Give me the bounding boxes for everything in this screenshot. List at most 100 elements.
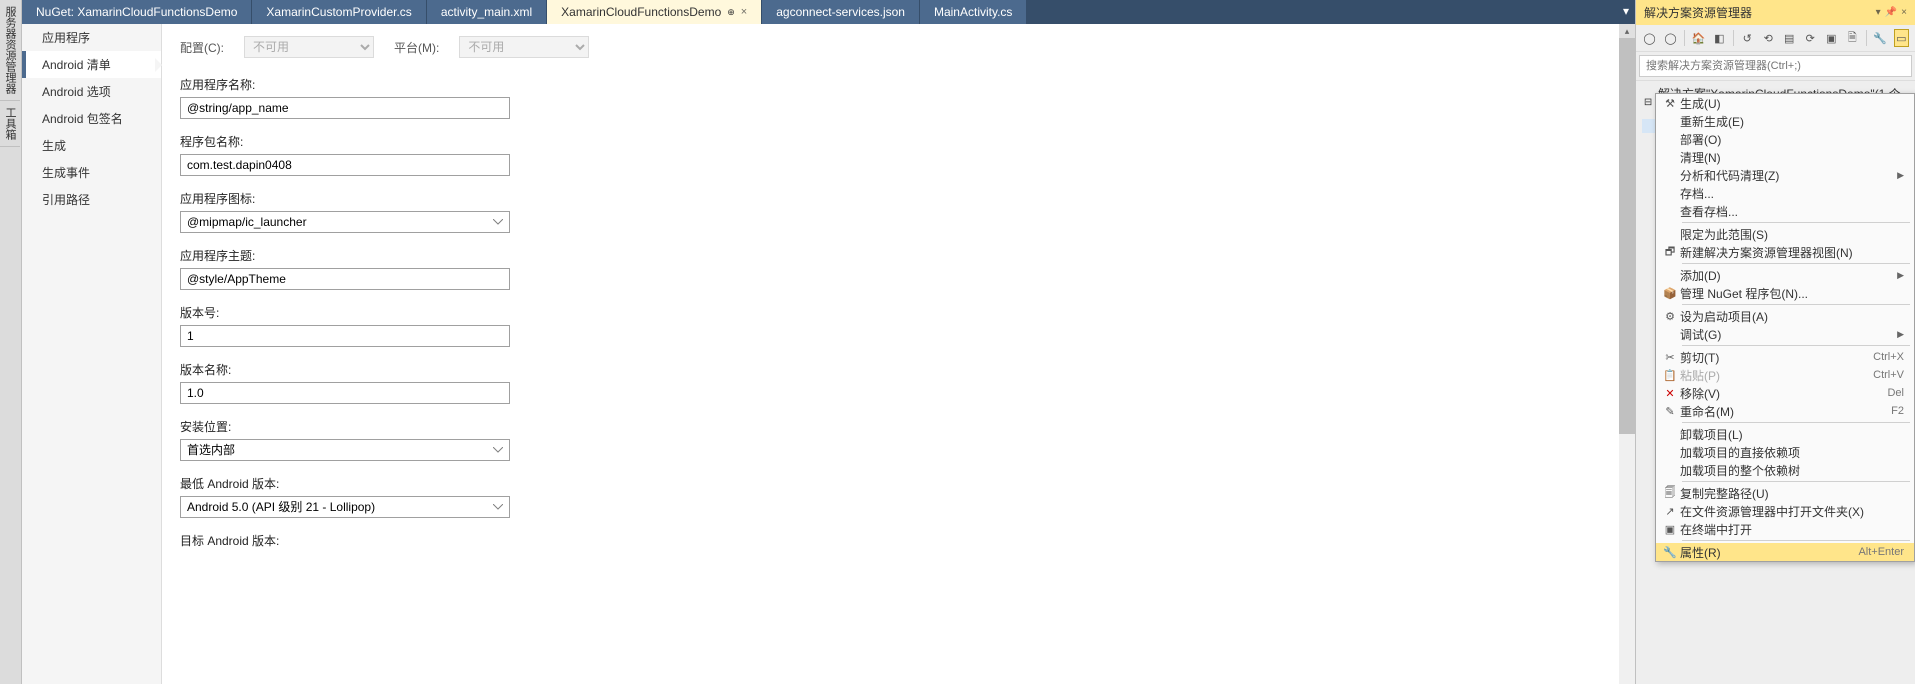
forward-icon[interactable]: ◯ (1663, 29, 1678, 47)
sidebar-item-build-events[interactable]: 生成事件 (22, 159, 161, 186)
scroll-up-icon[interactable]: ▴ (1619, 24, 1635, 38)
menu-deploy[interactable]: 部署(O) (1656, 130, 1914, 148)
menu-copy-path[interactable]: 🗐复制完整路径(U) (1656, 484, 1914, 502)
close-icon[interactable]: × (1901, 7, 1907, 18)
search-input[interactable] (1639, 55, 1912, 77)
theme-input[interactable] (180, 268, 510, 290)
menu-load-deps[interactable]: 加载项目的直接依赖项 (1656, 443, 1914, 461)
menu-unload[interactable]: 卸载项目(L) (1656, 425, 1914, 443)
folder-icon: ↗ (1660, 505, 1680, 518)
tab-agconnect[interactable]: agconnect-services.json (762, 0, 920, 24)
tab-label: XamarinCustomProvider.cs (266, 5, 411, 19)
remove-icon: ✕ (1660, 387, 1680, 400)
menu-add[interactable]: 添加(D)▶ (1656, 266, 1914, 284)
preview-icon[interactable]: ▭ (1894, 29, 1909, 47)
left-vertical-toolbar: 服务器资源管理器 工具箱 (0, 0, 22, 684)
target-android-label: 目标 Android 版本: (180, 532, 1617, 549)
editor-tab-bar: NuGet: XamarinCloudFunctionsDemo Xamarin… (22, 0, 1635, 24)
collapse-icon[interactable]: ▣ (1824, 29, 1839, 47)
home-icon[interactable]: 🏠 (1691, 29, 1706, 47)
tab-overflow-dropdown[interactable]: ▾ (1617, 0, 1635, 24)
menu-rebuild[interactable]: 重新生成(E) (1656, 112, 1914, 130)
menu-new-view[interactable]: 🗗新建解决方案资源管理器视图(N) (1656, 243, 1914, 261)
menu-archive[interactable]: 存档... (1656, 184, 1914, 202)
menu-scope[interactable]: 限定为此范围(S) (1656, 225, 1914, 243)
tab-label: agconnect-services.json (776, 5, 905, 19)
rename-icon: ✎ (1660, 405, 1680, 418)
menu-build[interactable]: ⚒生成(U) (1656, 94, 1914, 112)
menu-view-archive[interactable]: 查看存档... (1656, 202, 1914, 220)
config-row: 配置(C): 不可用 平台(M): 不可用 (180, 36, 1617, 58)
startup-icon: ⚙ (1660, 310, 1680, 323)
form-scrollbar[interactable]: ▴ (1619, 24, 1635, 684)
wrench-icon: 🔧 (1660, 546, 1680, 559)
tab-activity-main[interactable]: activity_main.xml (427, 0, 547, 24)
menu-paste: 📋粘贴(P)Ctrl+V (1656, 366, 1914, 384)
package-input[interactable] (180, 154, 510, 176)
icon-select[interactable]: @mipmap/ic_launcher (180, 211, 510, 233)
solution-icon: ⊟ (1642, 95, 1654, 109)
build-icon: ⚒ (1660, 97, 1680, 110)
tab-project[interactable]: XamarinCloudFunctionsDemo ⊕ × (547, 0, 762, 24)
nuget-icon: 📦 (1660, 287, 1680, 300)
pending-changes-icon[interactable]: ↺ (1740, 29, 1755, 47)
platform-select: 不可用 (459, 36, 589, 58)
scroll-thumb[interactable] (1619, 38, 1635, 434)
menu-open-terminal[interactable]: ▣在终端中打开 (1656, 520, 1914, 538)
submenu-arrow-icon: ▶ (1897, 270, 1904, 281)
manifest-form: 配置(C): 不可用 平台(M): 不可用 应用程序名称: 程序包名称: 应用程… (162, 24, 1635, 684)
copy-icon: 🗐 (1660, 484, 1680, 503)
tab-custom-provider[interactable]: XamarinCustomProvider.cs (252, 0, 426, 24)
tab-main-activity[interactable]: MainActivity.cs (920, 0, 1027, 24)
package-label: 程序包名称: (180, 133, 1617, 150)
refresh-icon[interactable]: ⟳ (1803, 29, 1818, 47)
version-code-input[interactable] (180, 325, 510, 347)
menu-debug[interactable]: 调试(G)▶ (1656, 325, 1914, 343)
server-explorer-tab[interactable]: 服务器资源管理器 (0, 0, 20, 101)
min-android-select[interactable]: Android 5.0 (API 级别 21 - Lollipop) (180, 496, 510, 518)
wrench-icon[interactable]: 🔧 (1873, 29, 1888, 47)
menu-nuget[interactable]: 📦管理 NuGet 程序包(N)... (1656, 284, 1914, 302)
paste-icon: 📋 (1660, 369, 1680, 382)
menu-remove[interactable]: ✕移除(V)Del (1656, 384, 1914, 402)
menu-rename[interactable]: ✎重命名(M)F2 (1656, 402, 1914, 420)
switch-view-icon[interactable]: ◧ (1712, 29, 1727, 47)
tab-label: MainActivity.cs (934, 5, 1012, 19)
pin-icon[interactable]: 📌 (1885, 7, 1897, 18)
menu-startup[interactable]: ⚙设为启动项目(A) (1656, 307, 1914, 325)
version-name-label: 版本名称: (180, 361, 1617, 378)
terminal-icon: ▣ (1660, 523, 1680, 536)
app-name-input[interactable] (180, 97, 510, 119)
install-loc-select[interactable]: 首选内部 (180, 439, 510, 461)
version-name-input[interactable] (180, 382, 510, 404)
sidebar-item-signing[interactable]: Android 包签名 (22, 105, 161, 132)
menu-clean[interactable]: 清理(N) (1656, 148, 1914, 166)
properties-icon[interactable]: 🗎 (1845, 29, 1860, 47)
show-all-icon[interactable]: ▤ (1782, 29, 1797, 47)
menu-properties[interactable]: 🔧属性(R)Alt+Enter (1656, 543, 1914, 561)
version-code-label: 版本号: (180, 304, 1617, 321)
back-icon[interactable]: ◯ (1642, 29, 1657, 47)
app-name-label: 应用程序名称: (180, 76, 1617, 93)
sidebar-item-options[interactable]: Android 选项 (22, 78, 161, 105)
config-select: 不可用 (244, 36, 374, 58)
sidebar-item-manifest[interactable]: Android 清单 (22, 51, 161, 78)
sync-icon[interactable]: ⟲ (1761, 29, 1776, 47)
tab-label: XamarinCloudFunctionsDemo (561, 5, 721, 19)
main-content: 应用程序 Android 清单 Android 选项 Android 包签名 生… (22, 24, 1635, 684)
menu-load-tree[interactable]: 加载项目的整个依赖树 (1656, 461, 1914, 479)
pin-icon[interactable]: ⊕ (727, 7, 735, 18)
panel-search (1636, 52, 1915, 81)
toolbox-tab[interactable]: 工具箱 (0, 101, 20, 147)
tab-nuget[interactable]: NuGet: XamarinCloudFunctionsDemo (22, 0, 252, 24)
sidebar-item-app[interactable]: 应用程序 (22, 24, 161, 51)
close-icon[interactable]: × (741, 6, 747, 18)
sidebar-item-build[interactable]: 生成 (22, 132, 161, 159)
tab-label: activity_main.xml (441, 5, 532, 19)
menu-cut[interactable]: ✂剪切(T)Ctrl+X (1656, 348, 1914, 366)
menu-open-folder[interactable]: ↗在文件资源管理器中打开文件夹(X) (1656, 502, 1914, 520)
sidebar-item-refs[interactable]: 引用路径 (22, 186, 161, 213)
project-context-menu: ⚒生成(U) 重新生成(E) 部署(O) 清理(N) 分析和代码清理(Z)▶ 存… (1655, 93, 1915, 562)
dropdown-icon[interactable]: ▾ (1876, 7, 1881, 18)
menu-analyze[interactable]: 分析和代码清理(Z)▶ (1656, 166, 1914, 184)
